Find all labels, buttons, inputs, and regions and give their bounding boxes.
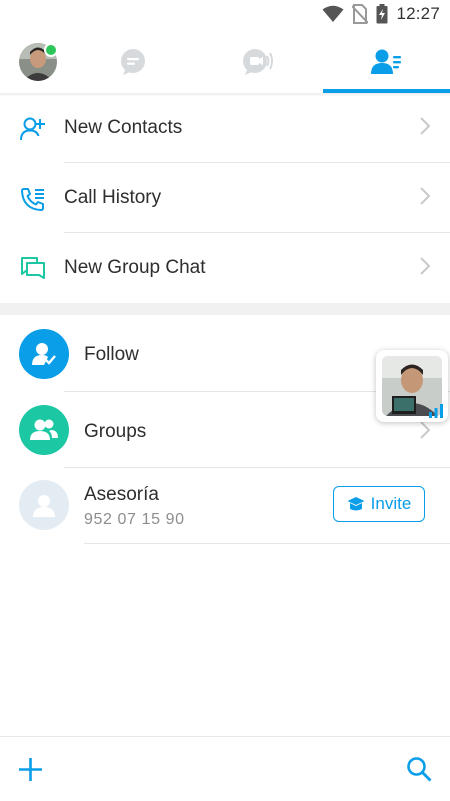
signal-strength-icon bbox=[429, 404, 443, 418]
menu-item-label: New Contacts bbox=[64, 117, 183, 138]
floating-video-preview[interactable] bbox=[376, 350, 448, 422]
wifi-icon bbox=[322, 5, 344, 22]
chevron-right-icon bbox=[420, 257, 430, 275]
search-icon[interactable] bbox=[406, 756, 432, 782]
contact-phone: 952 07 15 90 bbox=[84, 511, 185, 528]
profile-avatar-tab[interactable] bbox=[0, 30, 75, 93]
no-sim-icon bbox=[352, 4, 369, 24]
person-placeholder-icon bbox=[19, 480, 69, 530]
follow-icon bbox=[19, 329, 69, 379]
graduation-cap-icon bbox=[347, 497, 365, 511]
call-history-icon bbox=[21, 188, 44, 211]
invite-button-label: Invite bbox=[370, 494, 412, 513]
group-chat-icon bbox=[21, 257, 45, 279]
battery-charging-icon bbox=[376, 4, 388, 24]
status-time: 12:27 bbox=[396, 4, 440, 23]
groups-icon bbox=[19, 405, 69, 455]
tab-chats[interactable] bbox=[90, 30, 175, 93]
contacts-list-icon bbox=[370, 49, 401, 74]
menu-item-new-group-chat[interactable]: New Group Chat bbox=[0, 233, 450, 303]
chevron-right-icon bbox=[420, 117, 430, 135]
section-separator bbox=[0, 303, 450, 315]
chevron-right-icon bbox=[420, 421, 430, 439]
menu-item-label: Call History bbox=[64, 187, 162, 208]
bottom-bar bbox=[0, 736, 450, 801]
tab-calls[interactable] bbox=[215, 30, 300, 93]
video-call-icon bbox=[242, 48, 273, 75]
status-bar: 12:27 bbox=[0, 0, 450, 30]
contact-name: Follow bbox=[84, 344, 139, 365]
contact-name: Groups bbox=[84, 421, 147, 442]
add-contact-icon bbox=[20, 117, 45, 141]
menu-item-label: New Group Chat bbox=[64, 257, 206, 278]
chevron-right-icon bbox=[420, 187, 430, 205]
menu-item-call-history[interactable]: Call History bbox=[0, 163, 450, 233]
plus-icon[interactable] bbox=[18, 757, 43, 782]
invite-button[interactable]: Invite bbox=[333, 486, 425, 522]
top-tab-bar bbox=[0, 30, 450, 93]
contact-name: Asesoría bbox=[84, 484, 159, 505]
online-status-dot bbox=[43, 42, 58, 57]
tab-contacts[interactable] bbox=[323, 30, 450, 93]
menu-item-new-contacts[interactable]: New Contacts bbox=[0, 93, 450, 163]
avatar[interactable] bbox=[18, 42, 58, 81]
divider bbox=[84, 543, 450, 544]
chat-bubble-icon bbox=[120, 48, 145, 75]
